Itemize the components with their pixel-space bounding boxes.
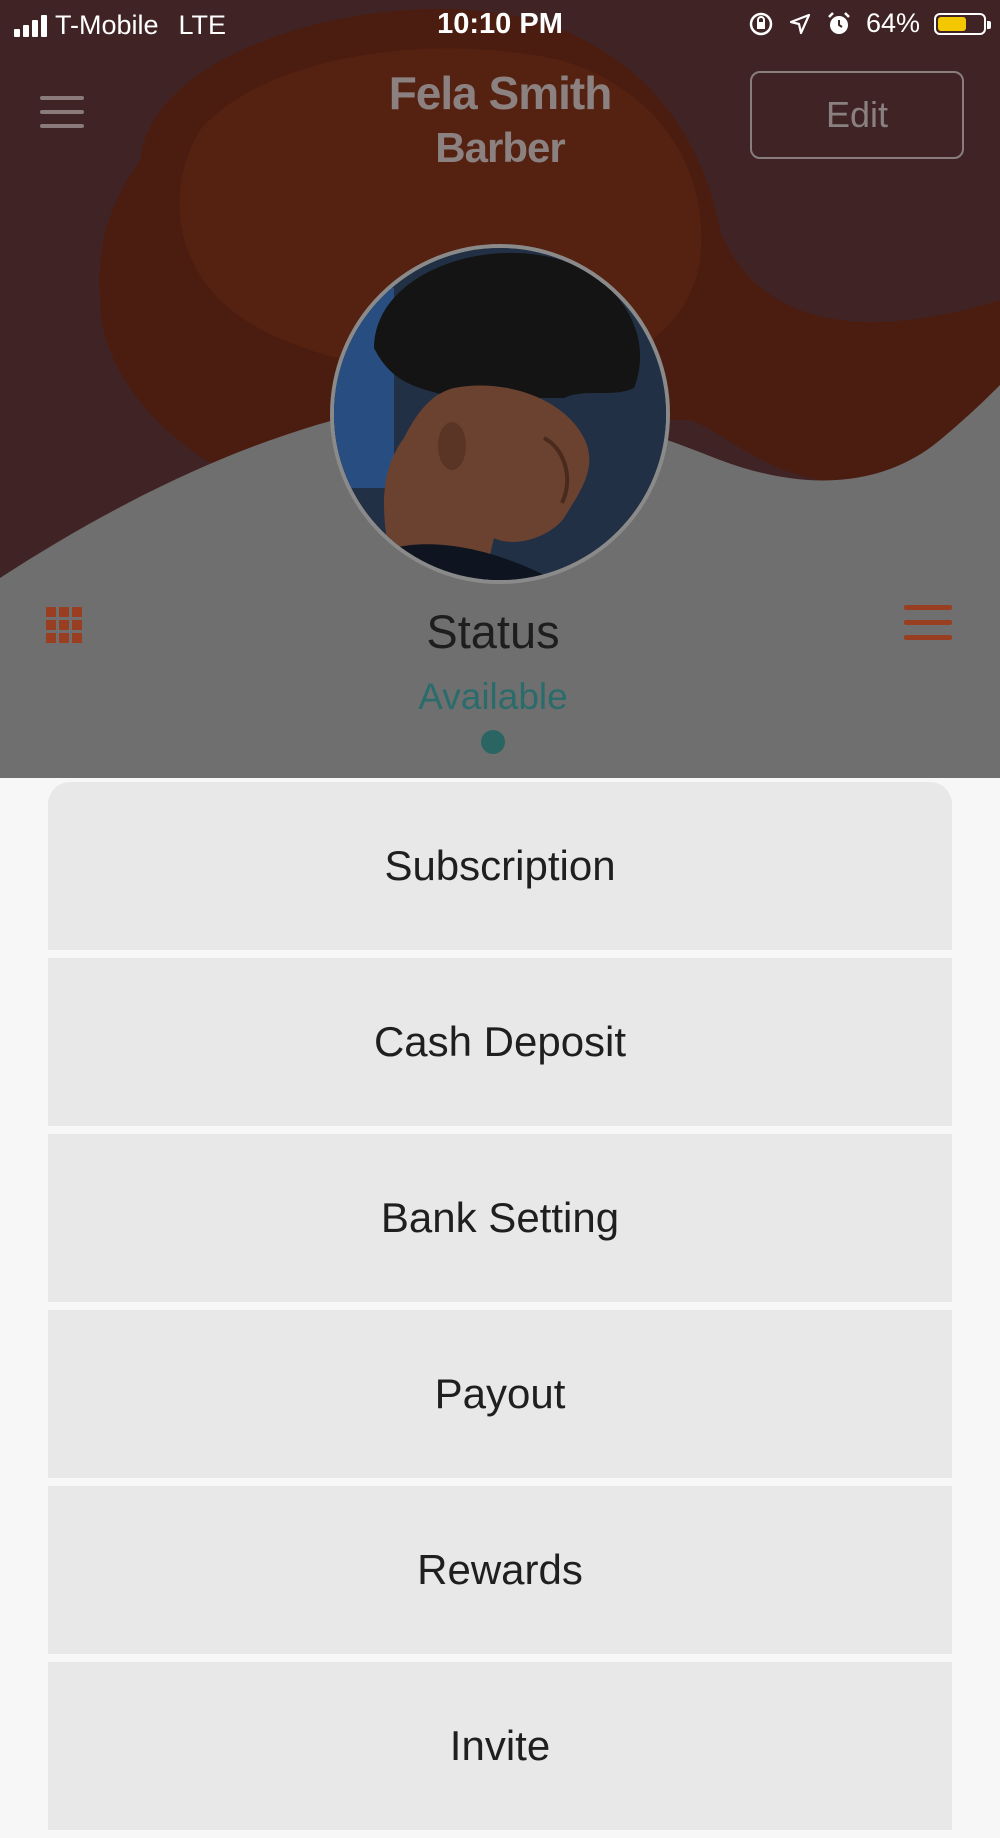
rotation-lock-icon — [749, 12, 773, 35]
list-view-icon[interactable] — [904, 605, 952, 641]
menu-item-invite[interactable]: Invite — [48, 1662, 952, 1830]
status-title: Status — [426, 605, 560, 658]
alarm-clock-icon — [828, 11, 850, 34]
menu-item-payout[interactable]: Payout — [48, 1310, 952, 1478]
status-value[interactable]: Available — [0, 676, 986, 718]
menu-item-rewards[interactable]: Rewards — [48, 1486, 952, 1654]
profile-header: T-Mobile LTE 10:10 PM 64% Fela Smith Bar… — [0, 0, 1000, 778]
battery-icon — [934, 12, 991, 35]
avatar-photo — [334, 248, 666, 580]
menu-item-cash-deposit[interactable]: Cash Deposit — [48, 958, 952, 1126]
menu-item-bank-setting[interactable]: Bank Setting — [48, 1134, 952, 1302]
status-indicator-dot — [481, 730, 505, 754]
edit-button[interactable]: Edit — [750, 71, 964, 159]
location-arrow-icon — [789, 13, 811, 34]
avatar[interactable] — [330, 244, 670, 584]
battery-percent: 64% — [865, 8, 920, 38]
status-bar: T-Mobile LTE 10:10 PM 64% — [0, 0, 1000, 50]
menu-item-subscription[interactable]: Subscription — [48, 782, 952, 950]
account-menu: Subscription Cash Deposit Bank Setting P… — [48, 782, 952, 1838]
